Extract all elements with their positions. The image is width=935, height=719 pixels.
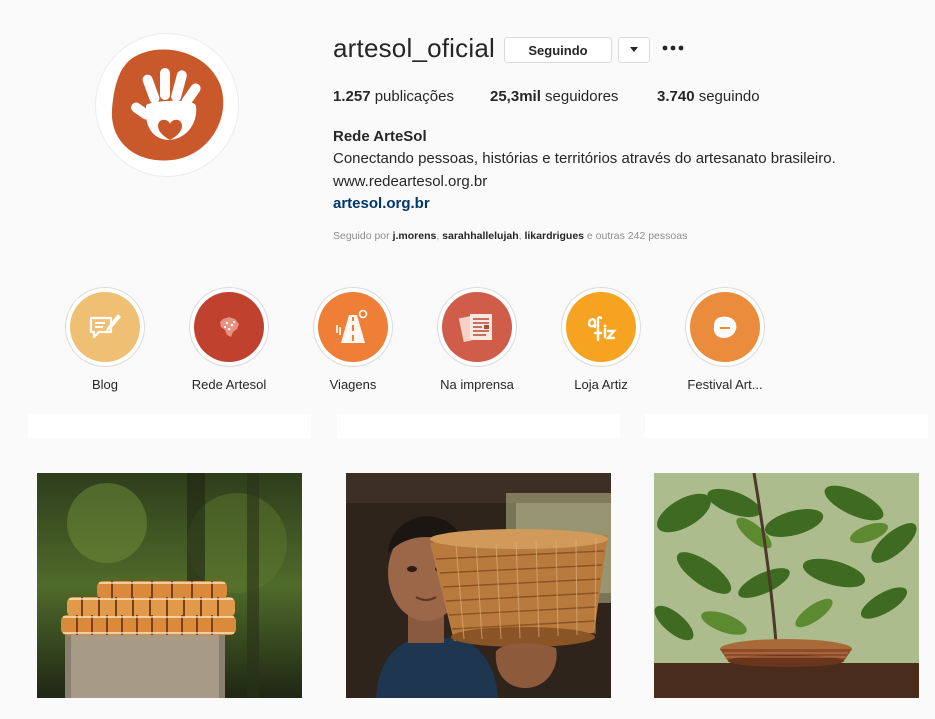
highlight-blog[interactable]: Blog bbox=[40, 288, 170, 392]
artiz-logo-icon bbox=[587, 316, 617, 342]
highlight-label: Festival Art... bbox=[687, 377, 763, 392]
highlight-label: Loja Artiz bbox=[574, 377, 628, 392]
highlight-label: Viagens bbox=[329, 377, 377, 392]
highlight-ring bbox=[190, 288, 268, 366]
profile-username: artesol_oficial bbox=[333, 33, 495, 63]
highlight-cover bbox=[442, 292, 512, 362]
highlight-label: Rede Artesol bbox=[191, 377, 267, 392]
more-options-button[interactable] bbox=[659, 36, 687, 60]
highlight-ring bbox=[686, 288, 764, 366]
bio-website-text: www.redeartesol.org.br bbox=[333, 173, 488, 190]
posts-count: 1.257 bbox=[333, 88, 371, 105]
highlight-loja-artiz[interactable]: Loja Artiz bbox=[536, 288, 666, 392]
posts-label: publicações bbox=[374, 88, 454, 105]
edit-note-icon bbox=[89, 314, 121, 339]
post-image bbox=[346, 473, 611, 698]
follower-user[interactable]: likardrigues bbox=[524, 230, 584, 242]
highlight-cover bbox=[690, 292, 760, 362]
post-woven-bracelets[interactable] bbox=[37, 473, 302, 698]
highlight-ring bbox=[438, 288, 516, 366]
stat-posts: 1.257 publicações bbox=[333, 88, 454, 105]
brazil-map-icon bbox=[220, 317, 239, 337]
followers-label: seguidores bbox=[545, 88, 619, 105]
stat-followers[interactable]: 25,3mil seguidores bbox=[490, 88, 618, 105]
grid-header-strip bbox=[337, 414, 620, 438]
artesol-logo-icon bbox=[713, 316, 737, 338]
following-label: seguindo bbox=[698, 88, 760, 105]
highlight-na-imprensa[interactable]: Na imprensa bbox=[412, 288, 542, 392]
highlight-cover bbox=[194, 292, 264, 362]
grid-header-strip bbox=[645, 414, 928, 438]
chevron-down-icon bbox=[630, 47, 638, 52]
follower-user[interactable]: j.morens bbox=[393, 230, 437, 242]
highlight-cover bbox=[566, 292, 636, 362]
post-image bbox=[37, 473, 302, 698]
bio-description: Conectando pessoas, histórias e territór… bbox=[333, 150, 836, 167]
followed-by-prefix: Seguido por bbox=[333, 230, 390, 242]
post-basket-plants[interactable] bbox=[654, 473, 919, 698]
followed-by[interactable]: Seguido por j.morens, sarahhallelujah, l… bbox=[333, 230, 687, 242]
highlight-ring bbox=[562, 288, 640, 366]
followed-by-suffix: e outras 242 pessoas bbox=[586, 230, 688, 242]
highlight-viagens[interactable]: Viagens bbox=[288, 288, 418, 392]
highlight-cover bbox=[70, 292, 140, 362]
separator: , bbox=[518, 230, 522, 242]
highlight-ring bbox=[314, 288, 392, 366]
followers-count: 25,3mil bbox=[490, 88, 541, 105]
highlight-ring bbox=[66, 288, 144, 366]
highlight-label: Na imprensa bbox=[440, 377, 514, 392]
more-dots-icon bbox=[662, 45, 684, 51]
profile-avatar[interactable] bbox=[96, 34, 238, 176]
highlight-label: Blog bbox=[91, 377, 119, 392]
road-icon bbox=[336, 309, 368, 343]
post-artisan-basket[interactable] bbox=[346, 473, 611, 698]
bio-link[interactable]: artesol.org.br bbox=[333, 195, 430, 212]
follower-user[interactable]: sarahhallelujah bbox=[442, 230, 518, 242]
suggestions-dropdown-button[interactable] bbox=[618, 37, 650, 63]
highlight-rede-artesol[interactable]: Rede Artesol bbox=[164, 288, 294, 392]
following-count: 3.740 bbox=[657, 88, 695, 105]
artesol-logo-icon bbox=[111, 49, 224, 161]
bio-name: Rede ArteSol bbox=[333, 128, 427, 145]
stat-following[interactable]: 3.740 seguindo bbox=[657, 88, 760, 105]
newspaper-icon bbox=[458, 313, 492, 343]
following-button[interactable]: Seguindo bbox=[504, 37, 612, 63]
separator: , bbox=[436, 230, 440, 242]
post-image bbox=[654, 473, 919, 698]
highlight-festival[interactable]: Festival Art... bbox=[660, 288, 790, 392]
grid-header-strip bbox=[28, 414, 311, 438]
highlight-cover bbox=[318, 292, 388, 362]
